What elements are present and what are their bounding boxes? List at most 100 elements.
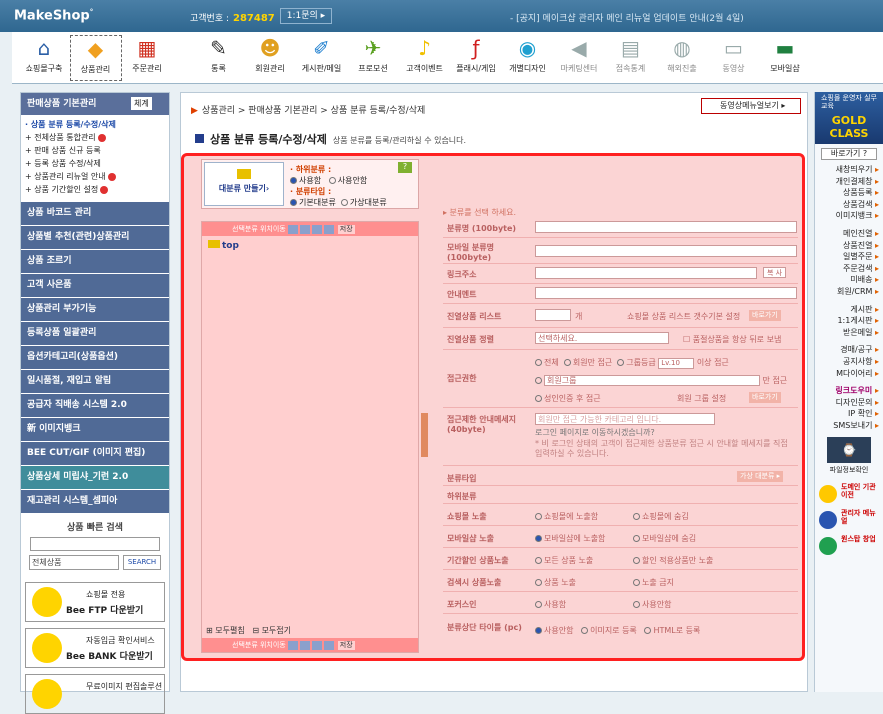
- perm-member-radio[interactable]: [563, 359, 571, 366]
- domain-transfer-button[interactable]: 도메인 기관이전: [817, 483, 881, 504]
- notice-link[interactable]: - [공지] 메이크샵 관리자 메인 리뉴얼 업데이트 안내(2월 4일): [510, 11, 744, 24]
- shortcut-link[interactable]: 미배송 ▸: [815, 274, 883, 286]
- image-edit-banner[interactable]: 무료이미지 편집솔루션: [25, 674, 165, 714]
- make-category-button[interactable]: 대분류 만들기›: [204, 162, 284, 206]
- camera-icon[interactable]: ⌚: [827, 437, 871, 464]
- focus-on-radio[interactable]: [535, 601, 542, 608]
- shortcut-link[interactable]: 공지사항 ▸: [815, 356, 883, 368]
- shortcut-link[interactable]: 1:1게시판 ▸: [815, 315, 883, 327]
- makeshop-logo[interactable]: MakeShop°: [14, 8, 93, 23]
- shortcut-link[interactable]: 링크도우미 ▸: [815, 385, 883, 397]
- sidebar-category[interactable]: 등록상품 일괄관리: [21, 322, 169, 345]
- quick-search-button[interactable]: SEARCH: [123, 555, 161, 570]
- menu-design[interactable]: ◉ 개별디자인: [502, 35, 554, 74]
- menu-board[interactable]: ✐ 게시판/메일: [296, 35, 348, 74]
- quick-search-select[interactable]: 전체상품: [29, 555, 119, 570]
- mobile-show-radio[interactable]: [535, 535, 542, 542]
- help-icon[interactable]: ?: [398, 162, 412, 173]
- sidebar-category[interactable]: 공급자 직배송 시스템 2.0: [21, 394, 169, 417]
- panel-splitter[interactable]: [421, 413, 428, 457]
- qna-button[interactable]: 1:1문의 ▸: [280, 8, 332, 24]
- move-down-icon[interactable]: [311, 224, 322, 234]
- discount-only-radio[interactable]: [633, 557, 640, 564]
- sidebar-category[interactable]: 상품상세 미립샤_기런 2.0: [21, 466, 169, 489]
- sidebar-category[interactable]: 상품 바코드 관리: [21, 202, 169, 225]
- manual-button[interactable]: 관리자 메뉴얼: [817, 509, 881, 530]
- menu-event[interactable]: ♪ 고객이벤트: [399, 35, 451, 74]
- perm-adult-radio[interactable]: [535, 395, 542, 402]
- level-select[interactable]: Lv.10: [658, 358, 695, 369]
- sidebar-subitem[interactable]: · 상품 분류 등록/수정/삭제: [25, 118, 169, 131]
- menu-hot[interactable]: ✎ 통록: [193, 35, 245, 74]
- shortcut-link[interactable]: 일별주문 ▸: [815, 251, 883, 263]
- shortcut-link[interactable]: 메인진열 ▸: [815, 228, 883, 240]
- deny-input[interactable]: 회원만 접근 가능한 카테고리 입니다.: [535, 413, 715, 425]
- search-hide-radio[interactable]: [633, 579, 640, 586]
- menu-marketing[interactable]: ◀ 마케팅센터: [553, 35, 605, 74]
- group-select[interactable]: 회원그룹: [544, 375, 760, 386]
- sidebar-subitem[interactable]: + 전체상품 통합관리: [25, 131, 169, 144]
- sidebar-category[interactable]: 상품관리 부가기능: [21, 298, 169, 321]
- link-input[interactable]: [535, 267, 757, 279]
- beeftp-banner[interactable]: 쇼핑몰 전용 Bee FTP 다운받기: [25, 582, 165, 622]
- sidebar-category[interactable]: 고객 사은품: [21, 274, 169, 297]
- tree-save-button[interactable]: 저장: [337, 640, 355, 650]
- menu-home[interactable]: ⌂ 쇼핑몰구축: [18, 35, 70, 74]
- radio-virtual[interactable]: [340, 199, 348, 206]
- virtual-category-button[interactable]: 가상 대분류 ▸: [737, 471, 784, 482]
- sidebar-category[interactable]: 상품 조르기: [21, 250, 169, 273]
- move-bottom-icon[interactable]: [323, 640, 334, 650]
- name-input[interactable]: [535, 221, 797, 233]
- menu-cart[interactable]: ▦ 주문관리: [121, 35, 173, 74]
- sidebar-subitem[interactable]: + 등록 상품 수정/삭제: [25, 157, 169, 170]
- sidebar-mode-select[interactable]: 체계: [131, 97, 152, 110]
- collapse-all-button[interactable]: ⊟ 모두접기: [252, 626, 291, 635]
- shortcut-link[interactable]: 회원/CRM ▸: [815, 286, 883, 298]
- sidebar-subitem[interactable]: + 상품 기간할인 설정: [25, 183, 169, 196]
- shortcut-link[interactable]: IP 확인 ▸: [815, 408, 883, 420]
- search-show-radio[interactable]: [535, 579, 542, 586]
- video-manual-button[interactable]: 동영상메뉴얼보기 ▸: [701, 98, 801, 114]
- perm-all-radio[interactable]: [535, 359, 542, 366]
- perm-group-radio[interactable]: [617, 359, 625, 366]
- shortcut-link[interactable]: 상품검색 ▸: [815, 199, 883, 211]
- menu-promo[interactable]: ✈ 프로모션: [347, 35, 399, 74]
- move-up-icon[interactable]: [299, 224, 310, 234]
- shortcut-link[interactable]: 상품진열 ▸: [815, 240, 883, 252]
- shortcut-link[interactable]: 개인결제창 ▸: [815, 176, 883, 188]
- top-image-radio[interactable]: [581, 627, 589, 634]
- sort-select[interactable]: 선택하세요.: [535, 332, 669, 344]
- soldout-checkbox[interactable]: ☐ 품절상품을 항상 뒤로 보냄: [683, 334, 781, 345]
- sidebar-category[interactable]: 상품별 추천(관련)상품관리: [21, 226, 169, 249]
- move-top-icon[interactable]: [287, 224, 298, 234]
- expand-all-button[interactable]: ⊞ 모두펼침: [206, 626, 245, 635]
- shortcut-link[interactable]: M다이어리 ▸: [815, 368, 883, 380]
- shortcut-link[interactable]: 상품등록 ▸: [815, 187, 883, 199]
- shop-show-radio[interactable]: [535, 513, 542, 520]
- menu-global[interactable]: ◍ 해외진출: [656, 35, 708, 74]
- top-none-radio[interactable]: [535, 627, 542, 634]
- onestop-button[interactable]: 원스탑 창업: [817, 535, 881, 556]
- move-down-icon[interactable]: [311, 640, 322, 650]
- menu-mobile[interactable]: ▬ 모바일샵: [759, 35, 811, 74]
- radio-not-use[interactable]: [328, 177, 336, 184]
- sidebar-subitem[interactable]: + 판매 상품 신규 등록: [25, 144, 169, 157]
- menu-stats[interactable]: ▤ 접속통계: [605, 35, 657, 74]
- menu-flash[interactable]: ƒ 플래시/게임: [450, 35, 502, 74]
- sidebar-category[interactable]: BEE CUT/GIF (이미지 편집): [21, 442, 169, 465]
- sidebar-category[interactable]: 재고관리 시스템_셈피아: [21, 490, 169, 513]
- menu-tag[interactable]: ◆ 상품관리: [69, 35, 122, 81]
- shop-hide-radio[interactable]: [633, 513, 640, 520]
- focus-off-radio[interactable]: [633, 601, 640, 608]
- file-info-link[interactable]: 파일정보확인: [815, 465, 883, 481]
- shortcut-link[interactable]: SMS보내기 ▸: [815, 420, 883, 432]
- list-count-input[interactable]: [535, 309, 571, 321]
- sidebar-category[interactable]: 일시품절, 재입고 알림: [21, 370, 169, 393]
- shortcut-link[interactable]: 경매/공구 ▸: [815, 344, 883, 356]
- tree-save-button[interactable]: 저장: [337, 224, 355, 234]
- radio-use[interactable]: [290, 177, 297, 184]
- sidebar-category[interactable]: 新 이미지뱅크: [21, 418, 169, 441]
- move-top-icon[interactable]: [287, 640, 298, 650]
- copy-button[interactable]: 복 사: [763, 267, 787, 278]
- mobile-name-input[interactable]: [535, 245, 797, 257]
